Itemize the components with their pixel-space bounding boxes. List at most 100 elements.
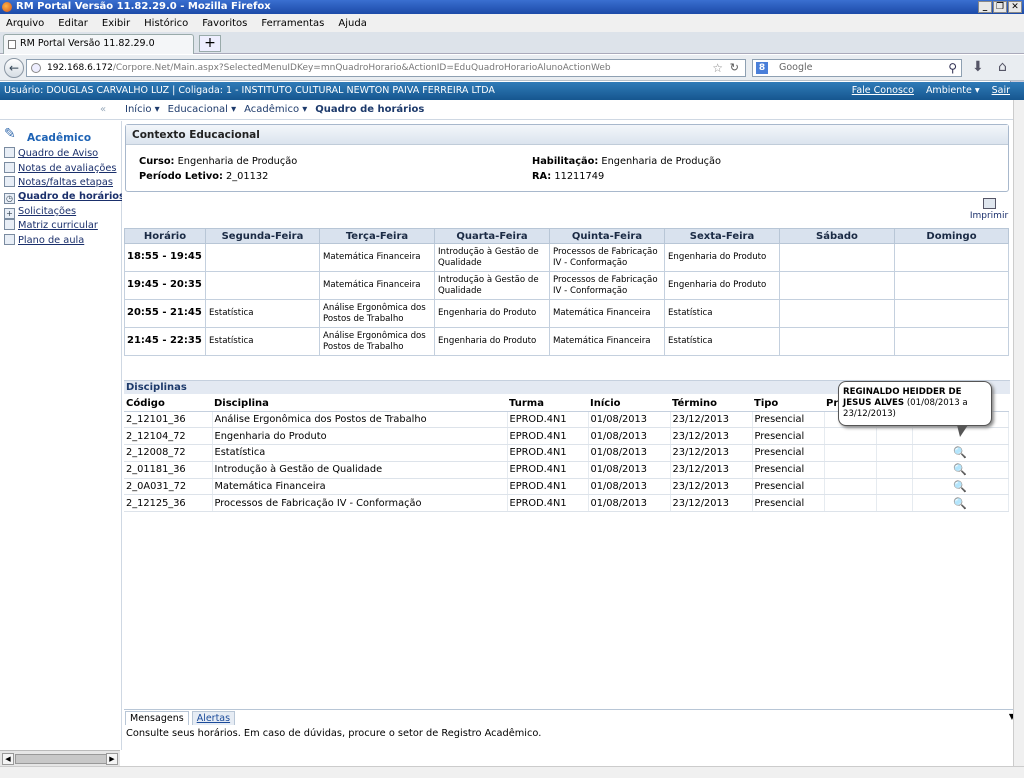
browser-window: RM Portal Versão 11.82.29.0 - Mozilla Fi… (0, 0, 1024, 778)
schedule-table: Horário Segunda-Feira Terça-Feira Quarta… (124, 228, 1009, 356)
sidebar-item-matriz-curricular[interactable]: Matriz curricular (4, 219, 122, 233)
print-button[interactable]: Imprimir (969, 198, 1009, 221)
tab-alertas[interactable]: Alertas (191, 711, 236, 725)
sidebar-item-plano-aula[interactable]: Plano de aula (4, 234, 122, 248)
scroll-right-icon[interactable]: ▶ (106, 753, 118, 765)
table-row: 2_12125_36 Processos de Fabricação IV - … (124, 494, 1009, 513)
vertical-scrollbar[interactable] (1013, 100, 1024, 766)
schedule-row: 19:45 - 20:35 Matemática Financeira Intr… (124, 271, 1009, 300)
empty-cell (824, 478, 877, 496)
empty-cell (876, 494, 913, 513)
disciplina-cell: Engenharia do Produto (212, 427, 508, 446)
contact-link[interactable]: Fale Conosco (852, 82, 914, 100)
sidebar-item-notas-faltas[interactable]: Notas/faltas etapas (4, 176, 122, 190)
exit-link[interactable]: Sair (992, 82, 1010, 100)
sidebar-scrollbar[interactable]: ◀ ▶ (0, 750, 120, 766)
browser-tab[interactable]: RM Portal Versão 11.82.29.0 (3, 34, 194, 54)
new-tab-button[interactable]: + (199, 35, 221, 52)
schedule-header: Quinta-Feira (549, 228, 665, 244)
magnifier-icon[interactable]: 🔍 (912, 478, 1009, 496)
disciplina-cell: Análise Ergonômica dos Postos de Trabalh… (212, 411, 508, 429)
table-row: 2_12104_72 Engenharia do Produto EPROD.4… (124, 427, 1009, 446)
bookmark-star-icon[interactable]: ☆ (712, 60, 723, 76)
schedule-cell: Processos de Fabricação IV - Conformação (549, 271, 665, 300)
restore-button[interactable]: ❐ (993, 1, 1007, 13)
user-bar: Usuário: DOUGLAS CARVALHO LUZ | Coligada… (0, 82, 1024, 100)
scroll-left-icon[interactable]: ◀ (2, 753, 14, 765)
back-button[interactable]: ← (4, 58, 24, 78)
magnifier-icon[interactable]: 🔍 (912, 461, 1009, 479)
context-title: Contexto Educacional (126, 125, 1008, 145)
navigation-bar: ← 192.168.6.172/Corpore.Net/Main.aspx?Se… (0, 55, 1024, 81)
firefox-icon (2, 2, 12, 12)
codigo-cell: 2_12104_72 (124, 427, 213, 446)
site-identity-icon[interactable] (31, 63, 41, 73)
sidebar-item-label: Matriz curricular (18, 220, 98, 231)
disciplina-cell: Introdução à Gestão de Qualidade (212, 461, 508, 479)
sidebar-item-label: Solicitações (18, 206, 77, 217)
search-input[interactable]: 8 Google ⚲ (752, 59, 962, 77)
termino-cell: 23/12/2013 (670, 478, 753, 496)
home-icon[interactable]: ⌂ (998, 59, 1007, 75)
environment-menu[interactable]: Ambiente ▾ (926, 82, 980, 100)
tab-mensagens[interactable]: Mensagens (125, 711, 189, 725)
scroll-thumb[interactable] (15, 754, 107, 764)
habilitacao-field: Habilitação: Engenharia de Produção (532, 156, 722, 167)
time-cell: 19:45 - 20:35 (124, 271, 206, 300)
menu-historico[interactable]: Histórico (144, 18, 188, 29)
curriculum-icon (4, 219, 15, 230)
close-button[interactable]: ✕ (1008, 1, 1022, 13)
schedule-cell (894, 299, 1009, 328)
magnifier-icon[interactable]: 🔍 (912, 444, 1009, 462)
google-search-icon[interactable]: 8 (756, 62, 768, 74)
menu-arquivo[interactable]: Arquivo (6, 18, 44, 29)
ra-field: RA: 11211749 (532, 171, 605, 182)
table-row: 2_12008_72 Estatística EPROD.4N1 01/08/2… (124, 444, 1009, 462)
menu-editar[interactable]: Editar (58, 18, 88, 29)
curso-field: Curso: Engenharia de Produção (139, 156, 298, 167)
book-icon (4, 234, 15, 245)
reload-icon[interactable]: ↻ (730, 60, 739, 76)
sidebar-item-quadro-horarios[interactable]: ◷ Quadro de horários (4, 190, 122, 204)
sidebar-item-quadro-aviso[interactable]: Quadro de Aviso (4, 147, 122, 161)
time-cell: 21:45 - 22:35 (124, 327, 206, 356)
schedule-cell: Engenharia do Produto (664, 243, 780, 272)
sidebar-item-label: Notas de avaliações (18, 163, 117, 174)
breadcrumb-current: Quadro de horários (315, 104, 425, 115)
menu-ajuda[interactable]: Ajuda (338, 18, 366, 29)
collapse-sidebar-icon[interactable]: « (100, 100, 106, 120)
schedule-cell: Análise Ergonômica dos Postos de Trabalh… (319, 299, 435, 328)
schedule-cell: Estatística (205, 299, 320, 328)
schedule-cell (205, 271, 320, 300)
disciplinas-header: Início (588, 397, 670, 412)
message-text: Consulte seus horários. Em caso de dúvid… (126, 728, 542, 739)
sidebar-header: ✎ Acadêmico (2, 126, 120, 144)
schedule-cell: Análise Ergonômica dos Postos de Trabalh… (319, 327, 435, 356)
magnifier-icon[interactable]: 🔍 (912, 494, 1009, 513)
main-content: Contexto Educacional Curso: Engenharia d… (123, 121, 1019, 750)
menu-exibir[interactable]: Exibir (102, 18, 130, 29)
schedule-cell: Engenharia do Produto (434, 327, 550, 356)
sidebar-item-notas-avaliacoes[interactable]: Notas de avaliações (4, 162, 122, 176)
download-icon[interactable]: ⬇ (972, 59, 984, 75)
breadcrumb-inicio[interactable]: Início ▾ (125, 100, 160, 120)
breadcrumb-academico[interactable]: Acadêmico ▾ (244, 100, 307, 120)
search-icon[interactable]: ⚲ (948, 60, 957, 76)
sidebar-item-solicitacoes[interactable]: + Solicitações (4, 205, 122, 219)
menu-bar: Arquivo Editar Exibir Histórico Favorito… (0, 14, 1024, 32)
tipo-cell: Presencial (752, 478, 825, 496)
empty-cell (824, 427, 877, 446)
schedule-cell: Estatística (664, 327, 780, 356)
url-bar[interactable]: 192.168.6.172/Corpore.Net/Main.aspx?Sele… (26, 59, 746, 77)
disciplinas-header: Código (124, 397, 212, 412)
breadcrumb-educacional[interactable]: Educacional ▾ (168, 100, 236, 120)
menu-ferramentas[interactable]: Ferramentas (261, 18, 324, 29)
sidebar-item-label: Quadro de horários (18, 191, 122, 202)
schedule-header: Domingo (894, 228, 1009, 244)
schedule-row: 21:45 - 22:35 Estatística Análise Ergonô… (124, 327, 1009, 356)
status-bar (0, 766, 1024, 778)
codigo-cell: 2_12008_72 (124, 444, 213, 462)
title-bar: RM Portal Versão 11.82.29.0 - Mozilla Fi… (0, 0, 1024, 14)
minimize-button[interactable]: _ (978, 1, 992, 13)
menu-favoritos[interactable]: Favoritos (202, 18, 247, 29)
